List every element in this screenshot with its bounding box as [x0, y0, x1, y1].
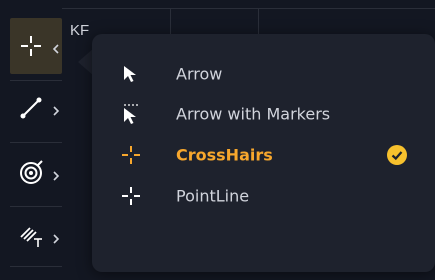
menu-item-label: Arrow: [176, 64, 223, 84]
menu-item-pointline[interactable]: PointLine: [92, 176, 435, 216]
chevron-right-icon: [52, 230, 60, 244]
chevron-right-icon: [52, 102, 60, 116]
chart-divider: [62, 8, 435, 9]
trend-line-tool-button[interactable]: [10, 80, 62, 136]
menu-item-crosshairs[interactable]: CrossHairs: [92, 135, 435, 175]
trend-line-icon: [18, 95, 44, 121]
menu-item-arrow[interactable]: Arrow: [92, 54, 435, 94]
drawing-toolbar: [0, 0, 62, 280]
menu-item-label: PointLine: [176, 186, 250, 206]
crosshair-icon: [120, 144, 142, 166]
arrow-cursor-icon: [120, 63, 142, 85]
chart-gridline: [170, 8, 171, 34]
chevron-right-icon: [52, 167, 60, 181]
chevron-left-icon: [52, 40, 60, 54]
chart-gridline: [258, 8, 259, 34]
app-root: KF Arrow Arrow with Markers CrossHairs P…: [0, 0, 435, 280]
chart-symbol-label: KF: [70, 22, 90, 39]
pointline-icon: [120, 185, 142, 207]
crosshair-icon: [18, 33, 44, 59]
brush-text-icon: [18, 223, 44, 249]
menu-item-label: Arrow with Markers: [176, 104, 331, 124]
toolbar-divider: [10, 266, 62, 267]
crosshair-tool-button[interactable]: [10, 18, 62, 74]
target-icon: [18, 160, 44, 186]
toolbar-divider: [10, 142, 62, 143]
cursor-type-menu: Arrow Arrow with Markers CrossHairs Poin…: [92, 34, 435, 272]
measure-tool-button[interactable]: [10, 145, 62, 201]
toolbar-divider: [10, 206, 62, 207]
menu-item-arrow-with-markers[interactable]: Arrow with Markers: [92, 94, 435, 134]
checkmark-icon: [387, 145, 407, 165]
menu-item-label: CrossHairs: [176, 145, 273, 165]
arrow-markers-cursor-icon: [120, 103, 142, 125]
annotation-tool-button[interactable]: [10, 208, 62, 264]
